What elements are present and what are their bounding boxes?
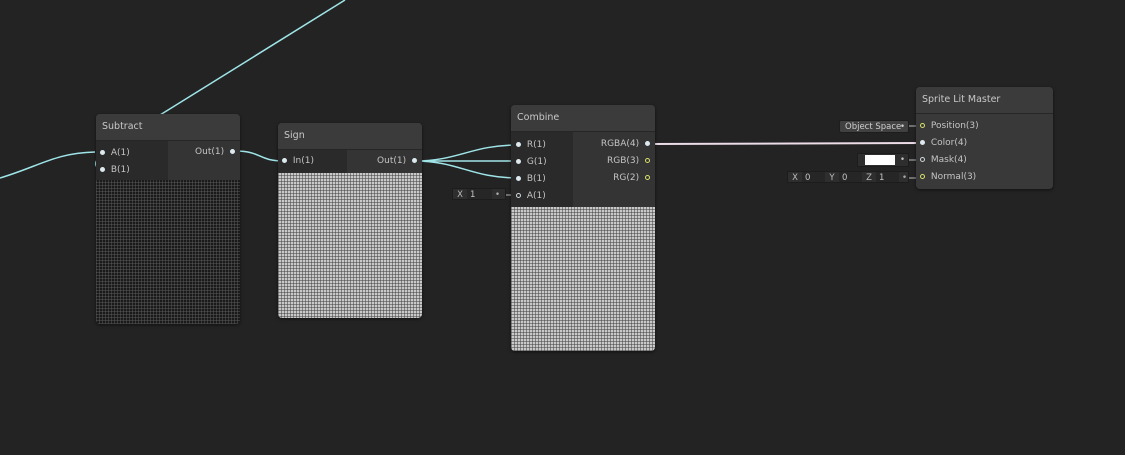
wire-sign-to-combine-r[interactable]: [413, 144, 520, 162]
input-port-mask[interactable]: Mask(4): [920, 152, 967, 168]
input-port-b[interactable]: B(1): [516, 171, 546, 187]
port-dot-icon: [920, 157, 925, 162]
output-port-rgb[interactable]: RGB(3): [607, 153, 650, 169]
input-port-a[interactable]: A(1): [100, 145, 130, 161]
output-port-rgba[interactable]: RGBA(4): [601, 136, 650, 152]
wire-external-to-subtract-a[interactable]: [0, 151, 96, 179]
port-dot-icon: [100, 150, 105, 155]
output-port-rg[interactable]: RG(2): [613, 170, 650, 186]
output-port-out[interactable]: Out(1): [377, 153, 417, 169]
port-dot-icon: [516, 159, 521, 164]
input-port-color[interactable]: Color(4): [920, 135, 967, 151]
input-port-in[interactable]: In(1): [282, 153, 314, 169]
port-area: A(1) B(1) Out(1): [96, 141, 240, 180]
node-title[interactable]: Sprite Lit Master: [916, 87, 1053, 114]
node-preview: [511, 207, 655, 351]
output-port-out[interactable]: Out(1): [195, 144, 235, 160]
port-dot-icon: [516, 193, 521, 198]
input-port-r[interactable]: R(1): [516, 137, 546, 153]
input-port-g[interactable]: G(1): [516, 154, 547, 170]
normal-y-input[interactable]: 0: [839, 172, 862, 183]
node-preview: [278, 173, 422, 318]
node-title[interactable]: Combine: [511, 105, 655, 132]
port-dot-icon: [920, 140, 925, 145]
port-dot-icon: [516, 142, 521, 147]
normal-default-field[interactable]: X 0 Y 0 Z 1 •: [787, 171, 909, 183]
port-dot-icon: [645, 175, 650, 180]
port-area: R(1) G(1) B(1) A(1) RGBA(4) RGB(3) RG(2): [511, 132, 655, 207]
port-dot-icon: [412, 158, 417, 163]
port-area: In(1) Out(1): [278, 150, 422, 173]
sprite-lit-master-node[interactable]: Sprite Lit Master Position(3) Color(4) M…: [916, 87, 1053, 189]
input-port-b[interactable]: B(1): [100, 162, 130, 178]
combine-node[interactable]: Combine R(1) G(1) B(1) A(1) RGBA(4) RGB(…: [511, 105, 655, 351]
value-input[interactable]: 1: [467, 189, 492, 200]
port-dot-icon: [920, 174, 925, 179]
position-space-dropdown[interactable]: Object Space •: [839, 120, 909, 133]
dropdown-arrow-icon: •: [899, 155, 905, 165]
combine-a-default-field[interactable]: X 1 •: [452, 188, 506, 200]
port-dot-icon: [282, 158, 287, 163]
sign-node[interactable]: Sign In(1) Out(1): [278, 123, 422, 318]
port-area: Position(3) Color(4) Mask(4) Normal(3): [916, 114, 1053, 188]
port-dot-icon: [645, 158, 650, 163]
input-port-a[interactable]: A(1): [516, 188, 546, 204]
port-dot-icon: [516, 176, 521, 181]
mask-color-field[interactable]: •: [857, 153, 909, 167]
wire-subtract-to-sign[interactable]: [234, 150, 285, 162]
mask-color-swatch[interactable]: [865, 155, 895, 165]
port-dot-icon: [920, 123, 925, 128]
port-dot-icon: [645, 141, 650, 146]
input-port-position[interactable]: Position(3): [920, 118, 979, 134]
wire-sign-to-combine-b[interactable]: [413, 160, 520, 179]
normal-x-input[interactable]: 0: [802, 172, 825, 183]
normal-z-input[interactable]: 1: [876, 172, 899, 183]
wire-combine-to-master-color[interactable]: [649, 142, 923, 145]
dropdown-arrow-icon: •: [899, 122, 905, 132]
input-port-normal[interactable]: Normal(3): [920, 169, 976, 185]
node-title[interactable]: Subtract: [96, 114, 240, 141]
port-dot-icon: [100, 167, 105, 172]
dropdown-arrow-icon: •: [495, 190, 501, 200]
port-dot-icon: [230, 149, 235, 154]
dropdown-arrow-icon: •: [902, 173, 908, 183]
subtract-node[interactable]: Subtract A(1) B(1) Out(1): [96, 114, 240, 324]
node-preview: [96, 180, 240, 324]
node-title[interactable]: Sign: [278, 123, 422, 150]
